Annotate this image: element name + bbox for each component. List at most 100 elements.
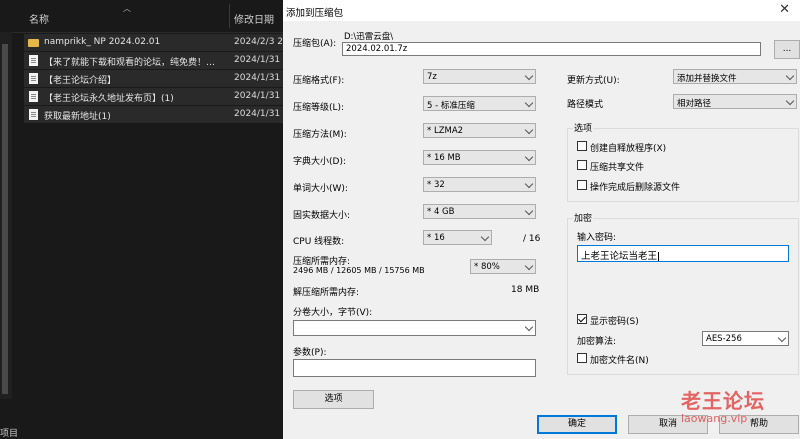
path-mode-select[interactable]: 相对路径 <box>673 94 797 109</box>
column-date-header[interactable]: 修改日期 <box>234 11 274 26</box>
path-mode-value: 相对路径 <box>677 99 712 109</box>
enc-method-value: AES-256 <box>706 334 742 344</box>
file-list: namprikk_ NP 2024.02.01 2024/2/3 2 【来了就能… <box>24 34 283 124</box>
status-bar: 项目 <box>0 429 19 439</box>
dialog-titlebar[interactable]: 添加到压缩包 ✕ <box>283 0 800 21</box>
level-value: 5 - 标准压缩 <box>427 101 475 111</box>
chevron-down-icon <box>524 261 534 271</box>
show-password-checkbox[interactable] <box>577 314 587 324</box>
show-password-label: 显示密码(S) <box>590 317 639 327</box>
shared-files-label: 压缩共享文件 <box>590 163 645 173</box>
shared-files-checkbox[interactable] <box>577 160 587 170</box>
file-name: 【来了就能下载和观看的论坛，纯免费！… <box>44 58 216 68</box>
list-item[interactable]: namprikk_ NP 2024.02.01 2024/2/3 2 <box>24 34 283 51</box>
chevron-down-icon <box>480 232 490 242</box>
mem-decomp-label: 解压缩所需内存: <box>293 288 360 298</box>
mem-comp-values: 2496 MB / 12605 MB / 15756 MB <box>293 266 425 275</box>
list-item[interactable]: 获取最新地址(1) 2024/1/31 <box>24 106 283 123</box>
document-icon <box>29 109 38 120</box>
password-label: 输入密码: <box>577 233 617 243</box>
split-label: 分卷大小，字节(V): <box>293 308 373 318</box>
archive-directory: D:\迅雷云盘\ <box>344 32 394 42</box>
encrypt-names-label: 加密文件名(N) <box>590 356 649 366</box>
chevron-down-icon <box>524 179 534 189</box>
watermark: 老王论坛 laowang.vip <box>681 385 765 425</box>
format-select[interactable]: 7z <box>423 69 536 84</box>
chevron-down-icon <box>524 71 534 81</box>
list-item[interactable]: 【老王论坛永久地址发布页】(1) 2024/1/31 <box>24 88 283 105</box>
level-label: 压缩等级(L): <box>293 103 345 113</box>
explorer-column-header: 名称 ︿ 修改日期 <box>0 0 283 33</box>
document-icon <box>29 91 38 102</box>
chevron-down-icon <box>777 333 787 343</box>
level-select[interactable]: 5 - 标准压缩 <box>423 96 536 111</box>
dict-select[interactable]: * 16 MB <box>423 150 536 165</box>
chevron-down-icon <box>785 71 795 81</box>
solid-select[interactable]: * 4 GB <box>423 204 536 219</box>
update-mode-select[interactable]: 添加并替换文件 <box>673 69 797 84</box>
threads-total: / 16 <box>523 234 541 244</box>
list-item[interactable]: 【老王论坛介绍】 2024/1/31 <box>24 70 283 87</box>
browse-button[interactable]: ... <box>774 40 800 59</box>
archive-label: 压缩包(A): <box>293 39 337 49</box>
chevron-down-icon <box>524 98 534 108</box>
text-caret <box>658 251 660 261</box>
update-mode-value: 添加并替换文件 <box>677 74 737 84</box>
update-label: 更新方式(U): <box>567 76 620 86</box>
ok-button[interactable]: 确定 <box>537 415 617 434</box>
list-item[interactable]: 【来了就能下载和观看的论坛，纯免费！… 2024/1/31 <box>24 52 283 69</box>
mem-percent-select[interactable]: * 80% <box>470 259 536 274</box>
file-explorer: 名称 ︿ 修改日期 namprikk_ NP 2024.02.01 2024/2… <box>0 0 283 439</box>
delete-source-checkbox[interactable] <box>577 180 587 190</box>
file-name: 获取最新地址(1) <box>44 112 111 122</box>
options-button[interactable]: 选项 <box>293 390 374 409</box>
word-select[interactable]: * 32 <box>423 177 536 192</box>
password-input[interactable]: 上老王论坛当老王 <box>577 245 789 262</box>
sfx-label: 创建自释放程序(X) <box>590 144 667 154</box>
dialog-title: 添加到压缩包 <box>286 8 344 19</box>
chevron-down-icon <box>524 152 534 162</box>
enc-method-label: 加密算法: <box>577 337 617 347</box>
chevron-down-icon <box>524 125 534 135</box>
sfx-checkbox[interactable] <box>577 141 587 151</box>
threads-select[interactable]: * 16 <box>423 230 492 245</box>
params-input[interactable] <box>293 359 536 377</box>
solid-value: * 4 GB <box>427 207 455 217</box>
options-group-title: 选项 <box>573 121 594 134</box>
encrypt-names-checkbox[interactable] <box>577 353 587 363</box>
dict-value: * 16 MB <box>427 153 461 163</box>
file-date: 2024/1/31 <box>234 109 281 119</box>
column-name-header[interactable]: 名称 <box>29 11 49 26</box>
word-label: 单词大小(W): <box>293 184 348 194</box>
file-name: 【老王论坛介绍】 <box>44 76 117 86</box>
word-value: * 32 <box>427 180 445 190</box>
chevron-down-icon <box>785 96 795 106</box>
threads-value: * 16 <box>427 233 445 243</box>
encryption-group-title: 加密 <box>573 211 594 224</box>
folder-icon <box>28 39 39 47</box>
archive-name-field[interactable]: 2024.02.01.7z <box>342 42 761 56</box>
method-value: * LZMA2 <box>427 126 464 136</box>
file-date: 2024/1/31 <box>234 55 281 65</box>
add-to-archive-dialog: 添加到压缩包 ✕ 压缩包(A): D:\迅雷云盘\ 2024.02.01.7z … <box>283 0 800 439</box>
method-select[interactable]: * LZMA2 <box>423 123 536 138</box>
enc-method-select[interactable]: AES-256 <box>702 331 789 346</box>
password-value: 上老王论坛当老王 <box>581 251 658 262</box>
watermark-title: 老王论坛 <box>681 389 765 413</box>
format-label: 压缩格式(F): <box>293 76 345 86</box>
chevron-down-icon <box>524 206 534 216</box>
file-name: 【老王论坛永久地址发布页】(1) <box>44 94 174 104</box>
scrollbar-thumb[interactable] <box>2 44 8 394</box>
column-divider[interactable] <box>229 4 230 28</box>
document-icon <box>29 55 38 66</box>
split-size-select[interactable] <box>293 320 536 336</box>
mem-decomp-value: 18 MB <box>511 285 540 295</box>
dict-label: 字典大小(D): <box>293 157 346 167</box>
params-label: 参数(P): <box>293 348 327 358</box>
format-value: 7z <box>427 72 437 82</box>
chevron-down-icon <box>524 322 534 332</box>
close-icon[interactable]: ✕ <box>779 2 790 17</box>
sort-up-icon: ︿ <box>123 4 131 13</box>
file-name: namprikk_ NP 2024.02.01 <box>44 37 161 47</box>
document-icon <box>29 73 38 84</box>
